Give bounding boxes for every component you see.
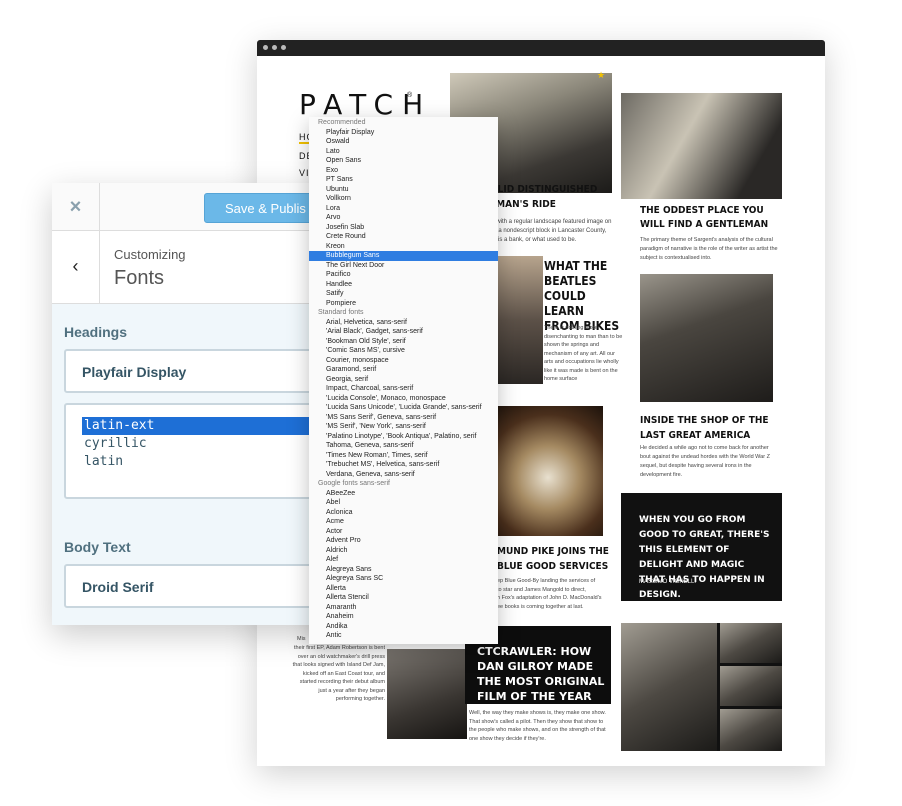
font-option[interactable]: Lato [309, 147, 498, 157]
font-option[interactable]: ABeeZee [309, 489, 498, 499]
nav-item-video[interactable]: VI [299, 168, 310, 178]
article-image-workshop[interactable] [387, 649, 467, 739]
article-headline[interactable]: CTCRAWLER: HOW DAN GILROY MADE THE MOST … [477, 644, 609, 704]
article-headline[interactable]: INSIDE THE SHOP OF THE LAST GREAT AMERIC… [640, 413, 780, 443]
font-option[interactable]: Bubblegum Sans [309, 251, 498, 261]
dropdown-group-label: Standard fonts [318, 309, 364, 316]
article-excerpt: Well, the way they make shows is, they m… [469, 710, 606, 742]
font-option[interactable]: 'Trebuchet MS', Helvetica, sans-serif [309, 460, 498, 470]
section-title: Fonts [114, 267, 165, 289]
article-excerpt: their first EP, Adam Robertson is bent o… [292, 645, 385, 702]
font-option[interactable]: 'Arial Black', Gadget, sans-serif [309, 327, 498, 337]
font-option[interactable]: Garamond, serif [309, 365, 498, 375]
font-option[interactable]: Josefin Slab [309, 223, 498, 233]
font-option[interactable]: Lora [309, 204, 498, 214]
font-option[interactable]: 'MS Serif', 'New York', sans-serif [309, 422, 498, 432]
font-option[interactable]: Pompiere [309, 299, 498, 309]
font-option[interactable]: Aclonica [309, 508, 498, 518]
quote-author: MASSIMO VIGNELLI [639, 579, 697, 585]
font-option[interactable]: Amaranth [309, 603, 498, 613]
font-option[interactable]: Aldrich [309, 546, 498, 556]
article-excerpt: He decided a while ago not to come back … [640, 445, 770, 478]
article-excerpt: The primary theme of Sargent's analysis … [640, 237, 778, 261]
article-excerpt: ep Blue Good-By landing the services of … [497, 578, 602, 610]
article-headline[interactable]: THE ODDEST PLACE YOU WILL FIND A GENTLEM… [640, 204, 780, 232]
font-option[interactable]: Andika [309, 622, 498, 632]
article-headline[interactable]: OLID DISTINGUISHED EMAN'S RIDE [490, 182, 620, 212]
headings-font-value: Playfair Display [82, 364, 187, 380]
font-option[interactable]: Vollkorn [309, 194, 498, 204]
screenshot-stage: PATCH ® HO DE VI ★ OLID DISTINGUISHED EM… [0, 0, 902, 806]
font-option[interactable]: 'Times New Roman', Times, serif [309, 451, 498, 461]
body-text-label: Body Text [64, 539, 131, 555]
subset-option[interactable]: cyrillic [82, 435, 147, 453]
subset-option[interactable]: latin [82, 453, 123, 471]
font-option[interactable]: 'Comic Sans MS', cursive [309, 346, 498, 356]
font-option[interactable]: The Girl Next Door [309, 261, 498, 271]
font-option[interactable]: Alegreya Sans SC [309, 574, 498, 584]
font-option[interactable]: Open Sans [309, 156, 498, 166]
dropdown-group-label: Recommended [318, 119, 366, 126]
font-option[interactable]: Actor [309, 527, 498, 537]
back-chevron-icon[interactable]: ‹ [52, 231, 100, 303]
font-option[interactable]: Abel [309, 498, 498, 508]
font-option[interactable]: Exo [309, 166, 498, 176]
font-option[interactable]: Pacifico [309, 270, 498, 280]
font-option[interactable]: Allerta Stencil [309, 593, 498, 603]
font-option[interactable]: 'MS Sans Serif', Geneva, sans-serif [309, 413, 498, 423]
article-image-man[interactable] [493, 256, 543, 384]
article-image-grid[interactable] [621, 623, 782, 751]
quote-card: WHEN YOU GO FROM GOOD TO GREAT, THERE'S … [621, 493, 782, 601]
article-excerpt: There is nothing more disenchanting to m… [544, 325, 623, 382]
browser-titlebar [257, 40, 825, 56]
font-option[interactable]: PT Sans [309, 175, 498, 185]
font-option[interactable]: Ubuntu [309, 185, 498, 195]
article-image-motorcycle[interactable] [640, 274, 773, 402]
font-option[interactable]: Alef [309, 555, 498, 565]
font-option[interactable]: Georgia, serif [309, 375, 498, 385]
font-option[interactable]: Playfair Display [309, 128, 498, 138]
font-option[interactable]: Oswald [309, 137, 498, 147]
font-option[interactable]: Satify [309, 289, 498, 299]
font-option[interactable]: Arial, Helvetica, sans-serif [309, 318, 498, 328]
article-image-helmet[interactable] [493, 406, 603, 536]
font-option[interactable]: Antic [309, 631, 498, 641]
font-option[interactable]: 'Lucida Console', Monaco, monospace [309, 394, 498, 404]
font-option[interactable]: 'Lucida Sans Unicode', 'Lucida Grande', … [309, 403, 498, 413]
font-option[interactable]: Handlee [309, 280, 498, 290]
article-excerpt: st with a regular landscape featured ima… [490, 219, 612, 243]
headings-label: Headings [64, 324, 128, 340]
font-option[interactable]: Arvo [309, 213, 498, 223]
font-option[interactable]: Verdana, Geneva, sans-serif [309, 470, 498, 480]
window-dot-icon[interactable] [281, 45, 286, 50]
window-dot-icon[interactable] [272, 45, 277, 50]
article-image-woman[interactable] [621, 93, 782, 199]
article-headline[interactable]: WHAT THE BEATLES COULD LEARN FROM BIKES [544, 259, 622, 334]
font-dropdown-list[interactable]: Recommended Playfair Display Oswald Lato Ope… [309, 117, 498, 644]
font-option[interactable]: Allerta [309, 584, 498, 594]
font-option[interactable]: Impact, Charcoal, sans-serif [309, 384, 498, 394]
font-option[interactable]: Courier, monospace [309, 356, 498, 366]
font-option[interactable]: Anaheim [309, 612, 498, 622]
quote-text: WHEN YOU GO FROM GOOD TO GREAT, THERE'S … [639, 515, 770, 600]
font-option[interactable]: Acme [309, 517, 498, 527]
customizing-label: Customizing [114, 247, 186, 262]
star-icon: ★ [597, 70, 606, 80]
font-option[interactable]: 'Bookman Old Style', serif [309, 337, 498, 347]
close-icon[interactable]: × [52, 183, 100, 231]
font-option[interactable]: Alegreya Sans [309, 565, 498, 575]
article-headline[interactable]: MUND PIKE JOINS THE BLUE GOOD SERVICES [497, 544, 617, 574]
font-option[interactable]: Advent Pro [309, 536, 498, 546]
font-option[interactable]: Tahoma, Geneva, sans-serif [309, 441, 498, 451]
dropdown-group-label: Google fonts sans-serif [318, 480, 390, 487]
body-font-value: Droid Serif [82, 579, 154, 595]
font-option[interactable]: Kreon [309, 242, 498, 252]
logo-registered-mark: ® [407, 92, 413, 99]
font-option[interactable]: Crete Round [309, 232, 498, 242]
font-option[interactable]: 'Palatino Linotype', 'Book Antiqua', Pal… [309, 432, 498, 442]
window-dot-icon[interactable] [263, 45, 268, 50]
